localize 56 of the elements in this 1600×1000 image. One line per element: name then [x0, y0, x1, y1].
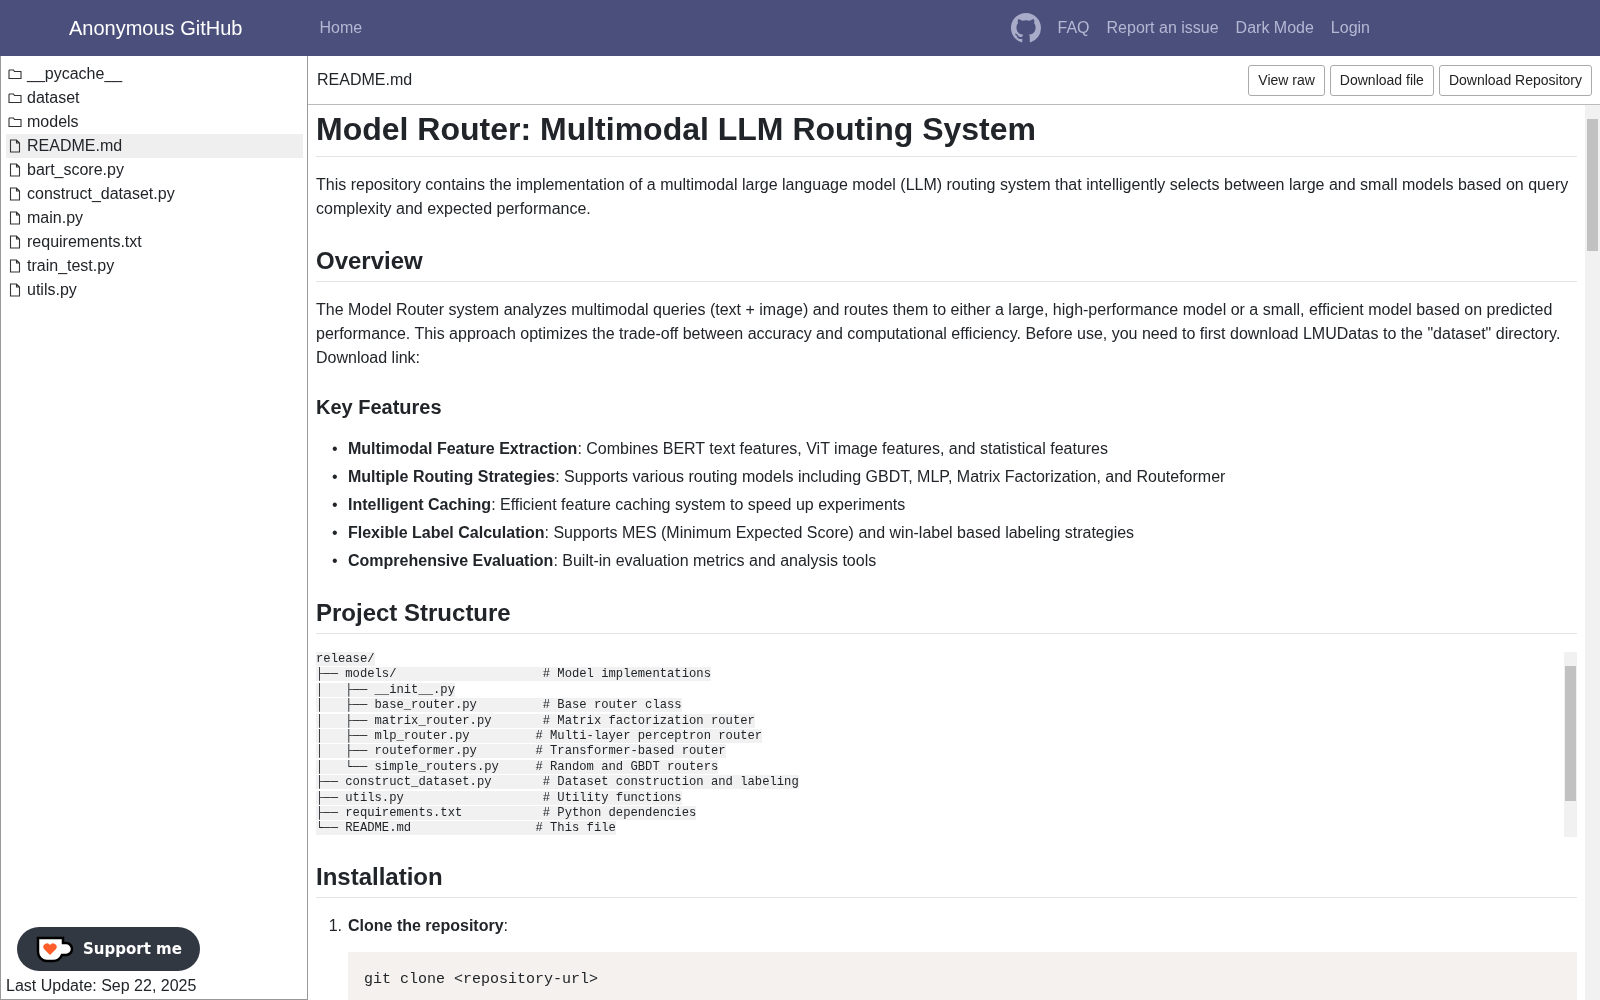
file-tree-item[interactable]: bart_score.py — [6, 158, 303, 182]
file-tree-item[interactable]: __pycache__ — [6, 62, 303, 86]
feature-list-item: Multiple Routing Strategies: Supports various routing models including GBDT, MLP, Matrix Factorization, and Routeformer — [348, 467, 1226, 487]
file-icon — [7, 163, 23, 177]
feature-list-item: Intelligent Caching: Efficient feature caching system to speed up experiments — [348, 495, 906, 515]
nav-link[interactable]: Home — [319, 19, 363, 37]
feature-list-item: Multimodal Feature Extraction: Combines BERT text features, ViT image features, and statistical features — [348, 439, 1108, 459]
file-icon — [7, 187, 23, 201]
file-action-button[interactable]: Download file — [1329, 64, 1434, 96]
nav-link[interactable]: Report an issue — [1106, 19, 1219, 37]
bullet-marker: • — [332, 467, 339, 487]
section-heading: Installation — [316, 863, 1577, 898]
nav-link[interactable]: Login — [1330, 19, 1370, 37]
file-tree-item[interactable]: models — [6, 110, 303, 134]
scrollbar[interactable] — [1585, 105, 1600, 1000]
paragraph: This repository contains the implementation of a multimodal large language model (LLM) routing system that intelligently selects between large and small models based on query complexity and expected performance. — [316, 175, 1570, 219]
file-tree-item[interactable]: main.py — [6, 206, 303, 230]
file-tree-item[interactable]: utils.py — [6, 278, 303, 302]
file-tree-item[interactable]: construct_dataset.py — [6, 182, 303, 206]
coffee-cup-icon — [35, 934, 75, 964]
folder-icon — [7, 116, 23, 128]
section-heading: Overview — [316, 247, 1577, 282]
file-name: README.md — [317, 71, 413, 89]
bullet-marker: • — [332, 495, 339, 515]
scrollbar[interactable] — [1564, 652, 1577, 837]
section-heading: Project Structure — [316, 599, 1577, 634]
step-label: Clone the repository: — [348, 917, 509, 934]
file-icon — [7, 283, 23, 297]
file-icon — [7, 259, 23, 273]
nav-link[interactable]: FAQ — [1057, 19, 1090, 37]
readme-title: Model Router: Multimodal LLM Routing System — [316, 111, 1577, 157]
folder-icon — [7, 92, 23, 104]
support-button[interactable]: Support me — [17, 927, 200, 971]
code-block: git clone <repository-url> — [348, 952, 1577, 1000]
file-icon — [7, 235, 23, 249]
github-icon[interactable] — [1010, 13, 1041, 43]
file-tree-item[interactable]: train_test.py — [6, 254, 303, 278]
bullet-marker: • — [332, 523, 339, 543]
feature-list-item: Flexible Label Calculation: Supports MES (Minimum Expected Score) and win-label based labeling strategies — [348, 523, 1135, 543]
bullet-marker: • — [332, 551, 339, 571]
bullet-marker: • — [332, 439, 339, 459]
file-tree-item[interactable]: requirements.txt — [6, 230, 303, 254]
site-title[interactable]: Anonymous GitHub — [69, 16, 243, 40]
file-action-button[interactable]: Download Repository — [1438, 64, 1592, 96]
file-tree-item[interactable]: README.md — [6, 134, 303, 158]
nav-link[interactable]: Dark Mode — [1235, 19, 1314, 37]
file-icon — [7, 211, 23, 225]
file-tree-item[interactable]: dataset — [6, 86, 303, 110]
last-update-text: Last Update: Sep 22, 2025 — [5, 977, 198, 996]
feature-list-item: Comprehensive Evaluation: Built-in evaluation metrics and analysis tools — [348, 551, 877, 571]
paragraph: The Model Router system analyzes multimodal queries (text + image) and routes them to either a large, high-performance model or a small, efficient model based on predicted performance. This approach optimizes the trade-off between accuracy and computational efficiency. Before use, you need to first download LMUDatas to the "dataset" directory. Download link: — [316, 300, 1562, 368]
folder-icon — [7, 68, 23, 80]
subsection-heading: Key Features — [316, 396, 443, 419]
file-icon — [7, 139, 23, 153]
step-number: 1. — [327, 916, 342, 936]
file-action-button[interactable]: View raw — [1248, 64, 1325, 96]
